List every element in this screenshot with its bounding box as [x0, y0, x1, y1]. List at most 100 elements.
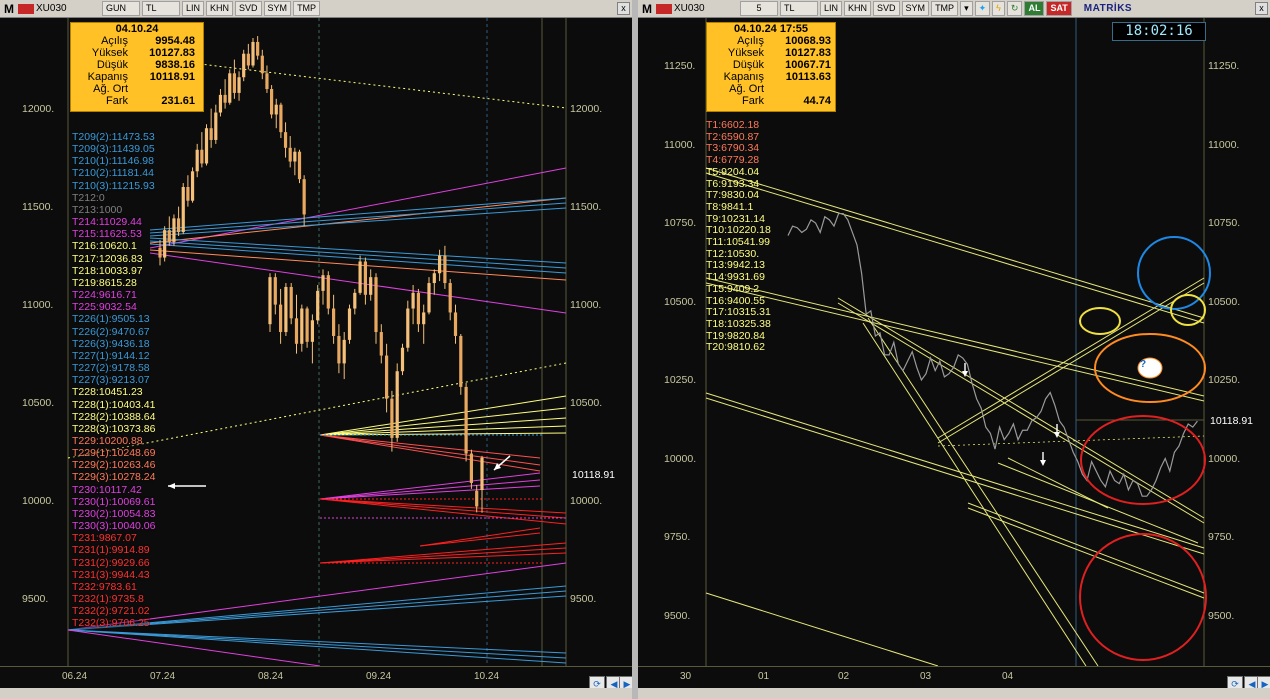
twitter-icon[interactable]: ✦	[974, 1, 991, 16]
target-label: T8:9841.1	[706, 200, 754, 213]
candle-body	[443, 255, 447, 284]
y-tick-label: 10000.	[22, 495, 55, 507]
period-selector[interactable]: 5	[740, 1, 778, 16]
svd-button[interactable]: SVD	[873, 1, 900, 16]
candle-body	[326, 275, 330, 309]
symbol-field[interactable]: XU030	[674, 3, 730, 14]
info-value: 10127.83	[785, 47, 831, 59]
level-label: T232:9783.61	[72, 580, 137, 593]
tmp-button[interactable]: TMP	[293, 1, 321, 16]
period-selector[interactable]: GUN	[102, 1, 140, 16]
candle-body	[293, 151, 297, 162]
level-label: T219:8615.28	[72, 276, 137, 289]
menu-button[interactable]: M	[2, 2, 16, 16]
target-label: T5:9204.04	[706, 165, 760, 178]
info-label: Açılış	[737, 35, 764, 47]
y-tick-label: 9750.	[664, 531, 691, 543]
y-tick-label: 9750.	[1208, 531, 1235, 543]
level-label: T232(2):9721.02	[72, 605, 150, 618]
y-tick-label: 11500.	[570, 201, 602, 213]
x-tick-label: 08.24	[258, 671, 284, 682]
candle-body	[181, 187, 185, 233]
level-label: T231(2):9929.66	[72, 556, 150, 569]
y-tick-label: 10500.	[570, 397, 603, 409]
y-tick-label: 10000.	[664, 452, 697, 465]
fan-line	[149, 243, 567, 274]
y-tick-label: 9500.	[664, 609, 691, 622]
y-tick-label: 11000.	[22, 299, 54, 311]
target-label: T20:9810.62	[706, 341, 765, 354]
currency-selector[interactable]: TL	[142, 1, 180, 16]
x-tick-label: 09.24	[366, 671, 392, 682]
lin-button[interactable]: LIN	[182, 1, 205, 16]
target-label: T18:10325.38	[706, 317, 771, 330]
info-label: Ağ. Ort	[93, 83, 128, 95]
ohlc-info-box: 04.10.24 17:55 Açılış 10068.93 Yüksek 10127…	[706, 22, 836, 112]
candle-body	[279, 304, 283, 333]
candle-body	[300, 308, 304, 344]
trend-line	[837, 297, 1205, 519]
candle-body	[427, 283, 431, 313]
refresh-icon[interactable]: ↻	[1006, 1, 1023, 16]
y-tick-label: 9500.	[22, 593, 49, 605]
x-tick-label: 03	[920, 671, 932, 682]
level-label: T216:10620.1	[72, 240, 137, 253]
khn-button[interactable]: KHN	[206, 1, 234, 16]
close-button[interactable]: x	[1255, 2, 1268, 15]
target-label: T9:10231.14	[706, 212, 765, 225]
level-label: T210(3):11215.93	[72, 179, 155, 192]
fan-line	[319, 434, 541, 472]
level-label: T230(3):10040.06	[72, 520, 156, 533]
svd-button[interactable]: SVD	[235, 1, 262, 16]
lin-button[interactable]: LIN	[820, 1, 843, 16]
candle-body	[310, 320, 314, 342]
info-value: 44.74	[803, 95, 831, 107]
left-price-chart[interactable]: T209(2):11473.53 T209(3):11439.05 T210(1):…	[0, 18, 632, 666]
info-label: Düşük	[96, 59, 128, 71]
right-price-chart[interactable]: T1:6602.18 T2:6590.87 T3:6790.34 T4:6779.28…	[638, 18, 1270, 666]
target-label: T1:6602.18	[706, 119, 760, 131]
price-line	[787, 212, 1198, 497]
level-label: T224:9616.71	[72, 289, 137, 302]
y-tick-label: 9500.	[570, 593, 597, 605]
sell-button[interactable]: SAT	[1046, 1, 1072, 16]
ohlc-info-box: 04.10.24 Açılış 9954.48 Yüksek 10127.83 Düşü…	[70, 22, 204, 112]
question-mark-badge[interactable]: ?	[1140, 359, 1146, 370]
candle-body	[475, 490, 479, 507]
trend-line	[967, 507, 1205, 599]
info-row: Açılış 10068.93	[707, 35, 835, 47]
sym-button[interactable]: SYM	[901, 1, 930, 16]
info-row: Düşük 10067.71	[707, 59, 835, 71]
last-price-label: 10118.91	[1208, 415, 1256, 427]
sym-button[interactable]: SYM	[263, 1, 292, 16]
tmp-button[interactable]: TMP	[931, 1, 959, 16]
candle-body	[163, 230, 167, 258]
info-value: 231.61	[161, 95, 195, 107]
info-value: 10127.83	[149, 47, 195, 59]
khn-button[interactable]: KHN	[844, 1, 872, 16]
symbol-field[interactable]: XU030	[36, 3, 92, 14]
candle-body	[232, 73, 236, 93]
level-label: T227(3):9213.07	[72, 374, 150, 387]
x-tick-label: 10.24	[474, 671, 500, 682]
lightning-icon[interactable]: ϟ	[992, 1, 1005, 16]
level-label: T217:12036.83	[72, 252, 143, 265]
fan-line	[319, 434, 541, 459]
fan-line	[67, 629, 567, 659]
y-tick-label: 11250.	[664, 60, 696, 72]
candle-body	[195, 149, 199, 172]
candle-body	[172, 218, 176, 242]
candle-body	[379, 332, 383, 356]
candle-body	[363, 261, 367, 295]
target-label: T4:6779.28	[706, 154, 760, 167]
trend-line	[705, 397, 1205, 555]
menu-button[interactable]: M	[640, 2, 654, 16]
x-tick-label: 01	[758, 671, 770, 682]
buy-button[interactable]: AL	[1024, 1, 1045, 16]
fan-line	[319, 479, 541, 500]
fan-line	[319, 395, 567, 436]
dropdown-chevron-icon[interactable]: ▾	[960, 1, 973, 16]
currency-selector[interactable]: TL	[780, 1, 818, 16]
candle-body	[395, 371, 399, 438]
close-button[interactable]: x	[617, 2, 630, 15]
